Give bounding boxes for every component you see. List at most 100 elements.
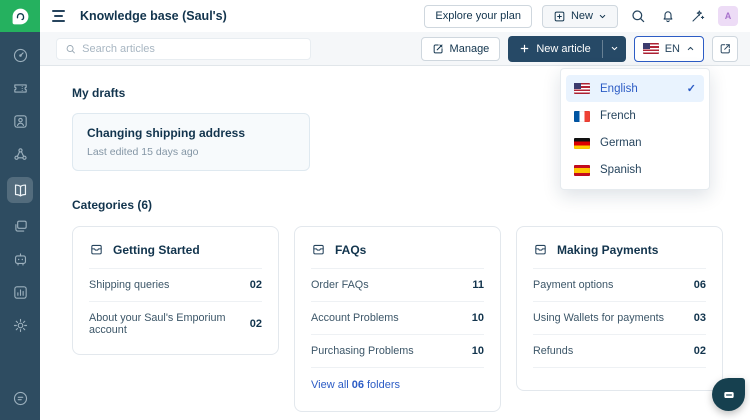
chat-launcher-button[interactable] bbox=[712, 378, 745, 411]
category-card-making-payments[interactable]: Making Payments Payment options 06 Using… bbox=[516, 226, 723, 391]
search-icon bbox=[65, 43, 76, 55]
language-dropdown-menu: English ✓ French German Spanish bbox=[560, 68, 710, 190]
folder-article-count: 02 bbox=[250, 279, 262, 291]
folder-row[interactable]: Account Problems 10 bbox=[311, 302, 484, 335]
view-all-suffix: folders bbox=[367, 379, 400, 391]
category-folder-icon bbox=[311, 242, 326, 257]
sidebar bbox=[0, 32, 40, 420]
categories-heading: Categories (6) bbox=[72, 198, 723, 212]
plus-icon bbox=[519, 43, 530, 54]
category-card-getting-started[interactable]: Getting Started Shipping queries 02 Abou… bbox=[72, 226, 279, 355]
chevron-down-icon bbox=[610, 44, 619, 53]
view-all-folders-link[interactable]: View all06folders bbox=[311, 368, 484, 403]
category-header: Getting Started bbox=[89, 227, 262, 269]
language-selector-button[interactable]: EN bbox=[634, 36, 704, 62]
language-option-french[interactable]: French bbox=[566, 103, 704, 129]
search-articles-input[interactable] bbox=[82, 43, 302, 55]
germany-flag-icon bbox=[574, 138, 590, 149]
folder-name: Refunds bbox=[533, 345, 573, 357]
hamburger-menu-icon[interactable] bbox=[50, 10, 66, 21]
category-card-faqs[interactable]: FAQs Order FAQs 11 Account Problems 10 P… bbox=[294, 226, 501, 412]
sidebar-item-social[interactable] bbox=[7, 144, 33, 164]
category-title: Making Payments bbox=[557, 243, 658, 257]
avatar-initial: A bbox=[725, 11, 732, 21]
folder-name: Shipping queries bbox=[89, 279, 169, 291]
new-article-dropdown-toggle[interactable] bbox=[603, 36, 626, 62]
app-window: Knowledge base (Saul's) Explore your pla… bbox=[0, 0, 750, 420]
sidebar-item-contacts[interactable] bbox=[7, 111, 33, 131]
folder-row[interactable]: About your Saul's Emporium account 02 bbox=[89, 302, 262, 346]
folder-row[interactable]: Purchasing Problems 10 bbox=[311, 335, 484, 368]
dashboard-icon bbox=[12, 47, 29, 64]
sidebar-item-conversations[interactable] bbox=[7, 216, 33, 236]
us-flag-icon bbox=[643, 43, 659, 54]
new-menu-button[interactable]: New bbox=[542, 5, 618, 28]
folder-row[interactable]: Payment options 06 bbox=[533, 269, 706, 302]
folder-article-count: 10 bbox=[472, 312, 484, 324]
folder-article-count: 10 bbox=[472, 345, 484, 357]
language-option-english[interactable]: English ✓ bbox=[566, 75, 704, 102]
freshdesk-logo[interactable] bbox=[0, 0, 40, 32]
category-folder-icon bbox=[533, 242, 548, 257]
folder-article-count: 02 bbox=[694, 345, 706, 357]
explore-plan-button[interactable]: Explore your plan bbox=[424, 5, 532, 28]
sidebar-item-knowledge-base[interactable] bbox=[7, 177, 33, 203]
chevron-up-icon bbox=[686, 44, 695, 53]
folder-row[interactable]: Using Wallets for payments 03 bbox=[533, 302, 706, 335]
edit-icon bbox=[432, 42, 445, 55]
category-folder-icon bbox=[89, 242, 104, 257]
folder-row[interactable]: Order FAQs 11 bbox=[311, 269, 484, 302]
page-title: Knowledge base (Saul's) bbox=[80, 9, 227, 23]
top-bar: Knowledge base (Saul's) Explore your pla… bbox=[0, 0, 750, 32]
article-search[interactable] bbox=[56, 38, 311, 60]
folder-name: Purchasing Problems bbox=[311, 345, 414, 357]
conversations-icon bbox=[12, 218, 29, 235]
notifications-button[interactable] bbox=[658, 6, 678, 26]
explore-plan-label: Explore your plan bbox=[435, 10, 521, 22]
folder-article-count: 11 bbox=[472, 279, 484, 291]
settings-gear-icon bbox=[12, 317, 29, 334]
language-option-spanish[interactable]: Spanish bbox=[566, 157, 704, 183]
new-menu-label: New bbox=[571, 10, 593, 22]
spain-flag-icon bbox=[574, 165, 590, 176]
tickets-icon bbox=[12, 80, 29, 97]
language-code-label: EN bbox=[665, 43, 680, 55]
kb-toolbar: Manage New article bbox=[40, 32, 750, 66]
new-article-label: New article bbox=[536, 43, 590, 55]
view-all-prefix: View all bbox=[311, 379, 349, 391]
open-portal-button[interactable] bbox=[712, 36, 738, 62]
sidebar-item-help-widget[interactable] bbox=[7, 388, 33, 408]
manage-button[interactable]: Manage bbox=[421, 37, 501, 61]
plus-square-icon bbox=[553, 10, 566, 23]
chevron-down-icon bbox=[598, 12, 607, 21]
global-search-button[interactable] bbox=[628, 6, 648, 26]
language-label: German bbox=[600, 137, 642, 149]
draft-card[interactable]: Changing shipping address Last edited 15… bbox=[72, 113, 310, 171]
avatar[interactable]: A bbox=[718, 6, 738, 26]
external-link-icon bbox=[719, 42, 732, 55]
category-cards: Getting Started Shipping queries 02 Abou… bbox=[72, 226, 723, 412]
sidebar-item-bots[interactable] bbox=[7, 249, 33, 269]
sidebar-item-tickets[interactable] bbox=[7, 78, 33, 98]
category-title: FAQs bbox=[335, 243, 366, 257]
check-icon: ✓ bbox=[687, 82, 696, 95]
category-title: Getting Started bbox=[113, 243, 200, 257]
knowledge-base-icon bbox=[12, 182, 29, 199]
sidebar-item-dashboard[interactable] bbox=[7, 45, 33, 65]
sidebar-item-settings[interactable] bbox=[7, 315, 33, 335]
whats-new-button[interactable] bbox=[688, 6, 708, 26]
language-label: French bbox=[600, 110, 636, 122]
top-bar-actions: Explore your plan New bbox=[424, 5, 738, 28]
folder-name: Account Problems bbox=[311, 312, 399, 324]
france-flag-icon bbox=[574, 111, 590, 122]
folder-row[interactable]: Refunds 02 bbox=[533, 335, 706, 368]
sidebar-item-analytics[interactable] bbox=[7, 282, 33, 302]
folder-row[interactable]: Shipping queries 02 bbox=[89, 269, 262, 302]
new-article-button[interactable]: New article bbox=[508, 36, 601, 62]
help-widget-icon bbox=[12, 390, 29, 407]
language-option-german[interactable]: German bbox=[566, 130, 704, 156]
social-icon bbox=[12, 146, 29, 163]
new-article-split-button: New article bbox=[508, 36, 625, 62]
top-bar-main: Knowledge base (Saul's) Explore your pla… bbox=[40, 0, 750, 32]
folder-name: Order FAQs bbox=[311, 279, 369, 291]
